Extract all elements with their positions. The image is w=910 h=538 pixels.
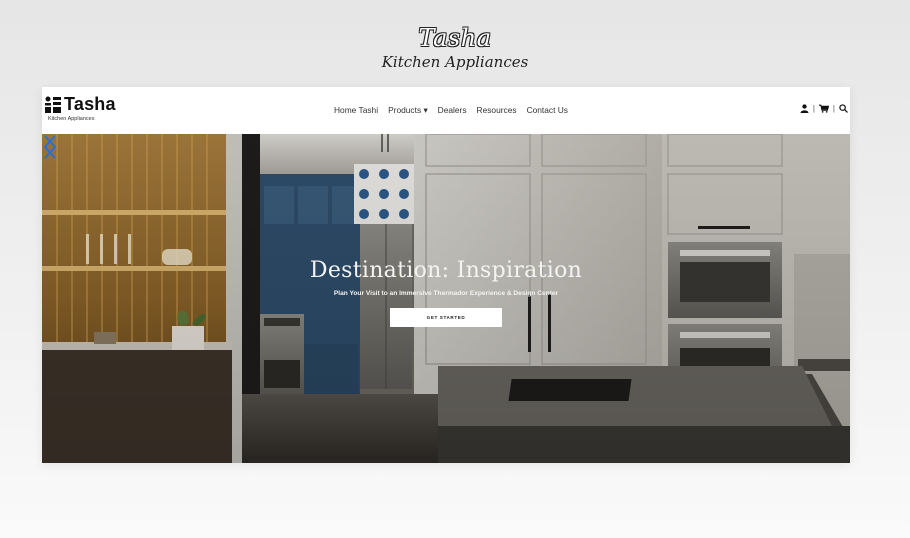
page-brand-header: Tasha Kitchen Appliances xyxy=(0,24,910,71)
hero-carousel: Destination: Inspiration Plan Your Visit… xyxy=(42,134,850,463)
hero-title: Destination: Inspiration xyxy=(309,258,583,283)
divider: | xyxy=(832,104,835,113)
site-navbar: Tasha Kitchen Appliances Home Tashi Prod… xyxy=(42,87,850,134)
logo-tagline: Kitchen Appliances xyxy=(48,116,95,122)
nav-item-dealers[interactable]: Dealers xyxy=(438,104,467,116)
cart-icon[interactable] xyxy=(818,104,829,113)
nav-item-contact[interactable]: Contact Us xyxy=(527,104,568,116)
page-title: Tasha xyxy=(418,24,492,52)
page-subtitle: Kitchen Appliances xyxy=(381,53,529,71)
primary-nav: Home Tashi Products ▾ Dealers Resources … xyxy=(334,104,568,116)
user-icon[interactable] xyxy=(800,104,809,113)
nav-item-products[interactable]: Products ▾ xyxy=(388,104,428,116)
hero-subtitle: Plan Your Visit to an Immersive Thermado… xyxy=(333,290,559,297)
divider: | xyxy=(812,104,815,113)
get-started-button[interactable]: GET STARTED xyxy=(390,308,502,327)
search-icon[interactable] xyxy=(839,104,848,113)
nav-item-resources[interactable]: Resources xyxy=(477,104,517,116)
logo-name: Tasha xyxy=(64,94,116,114)
nav-tools: | | xyxy=(800,104,848,113)
hero-content: Destination: Inspiration Plan Your Visit… xyxy=(42,257,850,327)
nav-item-home[interactable]: Home Tashi xyxy=(334,104,378,116)
logo-icon xyxy=(45,96,61,113)
site-logo[interactable]: Tasha Kitchen Appliances xyxy=(44,94,134,128)
chevron-right-icon[interactable] xyxy=(42,134,58,160)
website-preview: Tasha Kitchen Appliances Home Tashi Prod… xyxy=(42,87,850,463)
